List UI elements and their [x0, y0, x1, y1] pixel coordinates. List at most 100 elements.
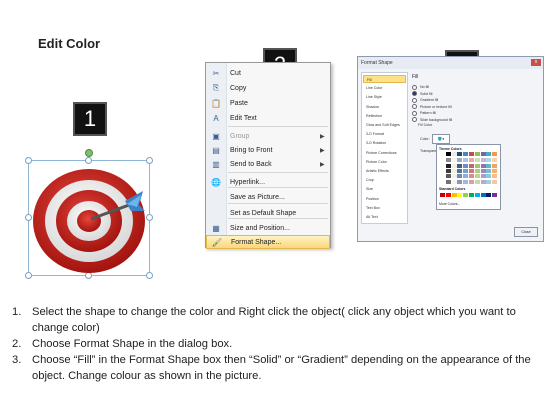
- theme-color-swatch[interactable]: [486, 179, 492, 184]
- category-picture-color[interactable]: Picture Color: [363, 158, 406, 166]
- theme-color-swatch[interactable]: [480, 152, 486, 156]
- theme-color-swatch[interactable]: [469, 174, 474, 179]
- theme-color-swatch[interactable]: [480, 158, 486, 163]
- standard-color-swatch[interactable]: [457, 193, 463, 197]
- theme-color-swatch[interactable]: [486, 152, 492, 156]
- theme-color-swatch[interactable]: [474, 152, 480, 156]
- theme-color-swatch[interactable]: [463, 152, 469, 156]
- theme-color-swatch[interactable]: [451, 174, 457, 179]
- category-3-d-rotation[interactable]: 3-D Rotation: [363, 139, 406, 147]
- fill-option-pattern-fill[interactable]: Pattern fill: [412, 110, 436, 116]
- rotation-handle[interactable]: [85, 149, 93, 157]
- theme-color-swatch[interactable]: [474, 174, 480, 179]
- theme-color-swatch[interactable]: [445, 152, 451, 156]
- theme-color-swatch[interactable]: [440, 174, 445, 179]
- theme-color-swatch[interactable]: [457, 168, 463, 173]
- category-picture-corrections[interactable]: Picture Corrections: [363, 149, 406, 157]
- theme-color-swatch[interactable]: [486, 174, 492, 179]
- theme-color-swatch[interactable]: [457, 152, 463, 156]
- category-crop[interactable]: Crop: [363, 176, 406, 184]
- theme-color-swatch[interactable]: [445, 174, 451, 179]
- standard-color-swatch[interactable]: [440, 193, 445, 197]
- menu-item-paste[interactable]: 📋 Paste: [206, 96, 330, 110]
- theme-color-swatch[interactable]: [474, 168, 480, 173]
- theme-color-swatch[interactable]: [457, 174, 463, 179]
- theme-color-swatch[interactable]: [451, 168, 457, 173]
- category-text-box[interactable]: Text Box: [363, 204, 406, 212]
- standard-color-swatch[interactable]: [445, 193, 451, 197]
- theme-color-swatch[interactable]: [440, 179, 445, 184]
- theme-color-swatch[interactable]: [440, 168, 445, 173]
- category-fill[interactable]: Fill: [363, 75, 406, 83]
- theme-color-swatch[interactable]: [474, 163, 480, 168]
- theme-color-swatch[interactable]: [480, 179, 486, 184]
- theme-color-swatch[interactable]: [469, 152, 474, 156]
- radio-button[interactable]: [412, 91, 417, 96]
- radio-button[interactable]: [412, 104, 417, 109]
- theme-color-swatch[interactable]: [451, 179, 457, 184]
- theme-color-swatch[interactable]: [492, 179, 498, 184]
- category-line-style[interactable]: Line Style: [363, 93, 406, 101]
- menu-item-group[interactable]: ▣ Group ▶: [206, 129, 330, 143]
- theme-color-swatch[interactable]: [469, 179, 474, 184]
- menu-item-format-shape[interactable]: 🖌 Format Shape...: [206, 235, 330, 249]
- selected-shape-frame[interactable]: [25, 149, 153, 279]
- standard-color-swatch[interactable]: [469, 193, 474, 197]
- fill-option-solid-fill[interactable]: Solid fill: [412, 91, 432, 97]
- theme-color-swatch[interactable]: [480, 163, 486, 168]
- theme-color-swatch[interactable]: [445, 158, 451, 163]
- theme-color-swatch[interactable]: [469, 163, 474, 168]
- theme-color-swatch[interactable]: [445, 163, 451, 168]
- standard-color-swatch[interactable]: [451, 193, 457, 197]
- menu-item-send-to-back[interactable]: ▥ Send to Back ▶: [206, 157, 330, 171]
- category-reflection[interactable]: Reflection: [363, 112, 406, 120]
- standard-color-swatch[interactable]: [474, 193, 480, 197]
- theme-color-swatch[interactable]: [463, 174, 469, 179]
- theme-color-swatch[interactable]: [440, 163, 445, 168]
- radio-button[interactable]: [412, 110, 417, 116]
- theme-color-swatch[interactable]: [492, 158, 498, 163]
- theme-color-swatch[interactable]: [463, 179, 469, 184]
- menu-item-bring-to-front[interactable]: ▤ Bring to Front ▶: [206, 143, 330, 157]
- theme-color-swatch[interactable]: [457, 158, 463, 163]
- target-icon[interactable]: [29, 161, 149, 275]
- more-colors-link[interactable]: More Colors...: [439, 202, 460, 206]
- theme-color-swatch[interactable]: [445, 168, 451, 173]
- menu-item-edit-text[interactable]: A Edit Text: [206, 111, 330, 125]
- theme-color-swatch[interactable]: [451, 152, 457, 156]
- fill-option-picture-or-texture-fill[interactable]: Picture or texture fill: [412, 104, 452, 110]
- theme-color-swatch[interactable]: [492, 174, 498, 179]
- fill-option-slide-background-fill[interactable]: Slide background fill: [412, 117, 452, 123]
- theme-color-swatch[interactable]: [440, 152, 445, 156]
- close-button[interactable]: Close: [514, 227, 538, 237]
- theme-color-swatch[interactable]: [486, 163, 492, 168]
- theme-color-swatch[interactable]: [440, 158, 445, 163]
- category-artistic-effects[interactable]: Artistic Effects: [363, 167, 406, 175]
- theme-color-swatch[interactable]: [457, 179, 463, 184]
- standard-color-swatch[interactable]: [486, 193, 492, 197]
- theme-color-swatch[interactable]: [451, 163, 457, 168]
- category-3-d-format[interactable]: 3-D Format: [363, 130, 406, 138]
- theme-color-swatch[interactable]: [445, 179, 451, 184]
- theme-color-swatch[interactable]: [486, 158, 492, 163]
- theme-color-swatch[interactable]: [451, 158, 457, 163]
- theme-color-swatch[interactable]: [480, 168, 486, 173]
- color-picker-button[interactable]: 🪣▾: [432, 134, 450, 144]
- category-line-color[interactable]: Line Color: [363, 84, 406, 92]
- category-position[interactable]: Position: [363, 195, 406, 203]
- category-size[interactable]: Size: [363, 185, 406, 193]
- menu-item-copy[interactable]: ⎘ Copy: [206, 81, 330, 95]
- theme-color-swatch[interactable]: [469, 158, 474, 163]
- standard-color-swatch[interactable]: [480, 193, 486, 197]
- theme-color-swatch[interactable]: [492, 152, 498, 156]
- theme-color-swatch[interactable]: [469, 168, 474, 173]
- theme-color-swatch[interactable]: [474, 158, 480, 163]
- radio-button[interactable]: [412, 84, 417, 90]
- theme-color-swatch[interactable]: [492, 168, 498, 173]
- fill-option-gradient-fill[interactable]: Gradient fill: [412, 97, 438, 103]
- radio-button[interactable]: [412, 97, 417, 103]
- standard-color-swatch[interactable]: [492, 193, 498, 197]
- menu-item-cut[interactable]: ✂ Cut: [206, 66, 330, 80]
- category-alt-text[interactable]: Alt Text: [363, 213, 406, 221]
- dialog-close-icon[interactable]: x: [531, 59, 541, 66]
